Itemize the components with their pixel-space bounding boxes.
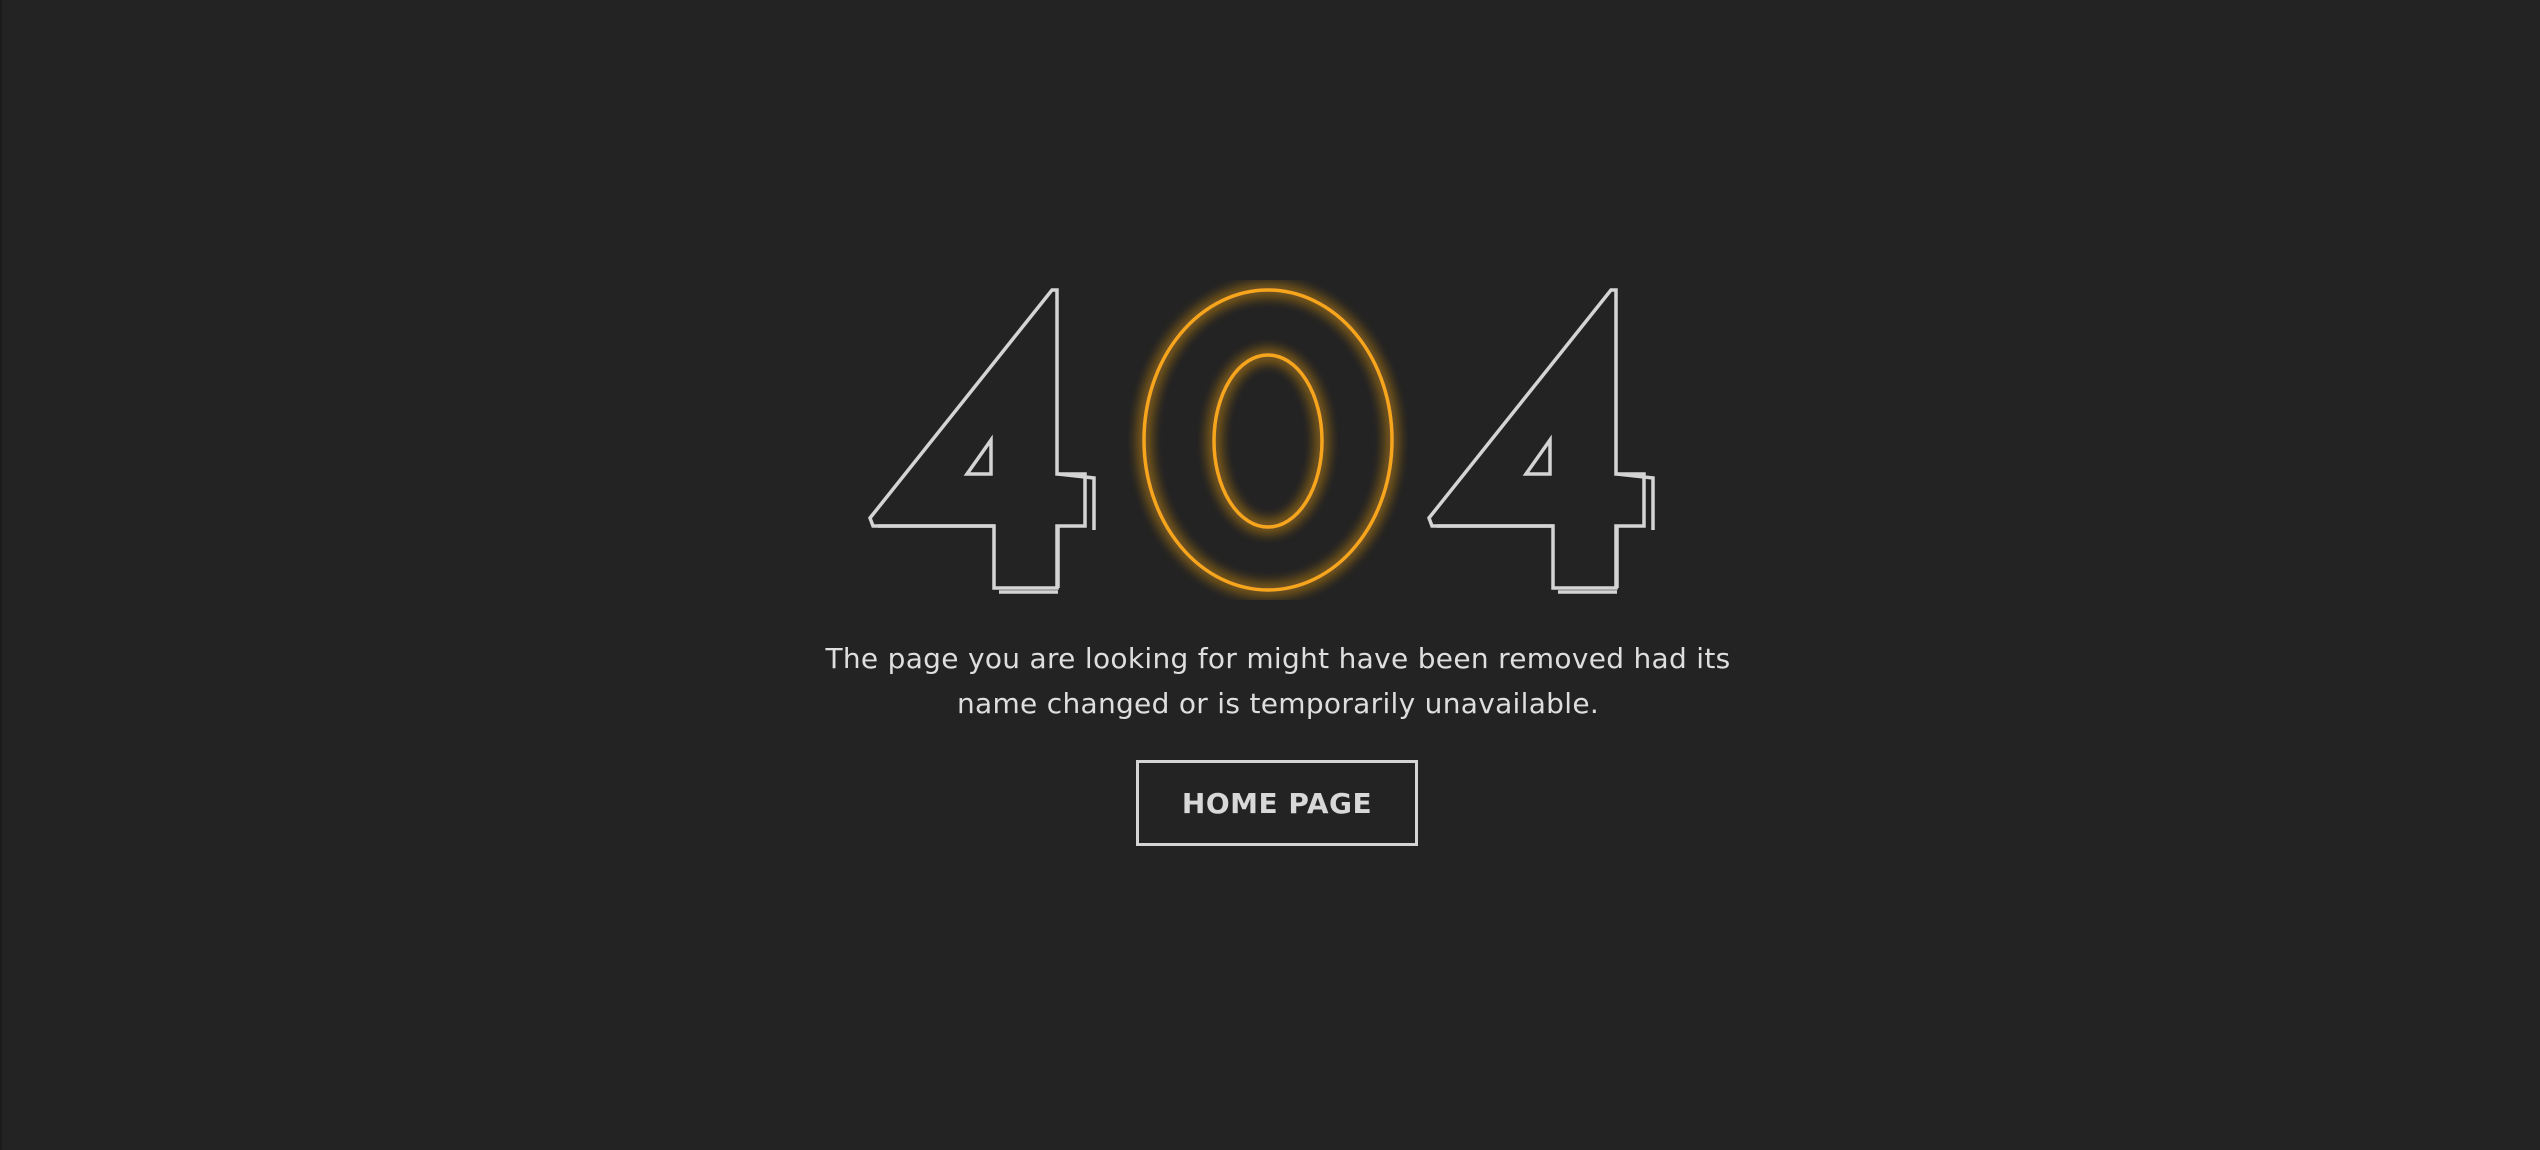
digit-zero-center	[1142, 288, 1394, 592]
error-message-line-1: The page you are looking for might have …	[825, 642, 1731, 675]
digit-four-right	[1427, 288, 1655, 594]
error-code-display	[0, 280, 2540, 600]
digit-four-left	[868, 288, 1096, 594]
home-page-button[interactable]: HOME PAGE	[1136, 760, 1418, 846]
error-page: The page you are looking for might have …	[0, 0, 2540, 1150]
error-message-line-2: name changed or is temporarily unavailab…	[956, 687, 1600, 720]
error-code-graphic	[868, 288, 1655, 594]
error-message: The page you are looking for might have …	[770, 636, 1786, 726]
